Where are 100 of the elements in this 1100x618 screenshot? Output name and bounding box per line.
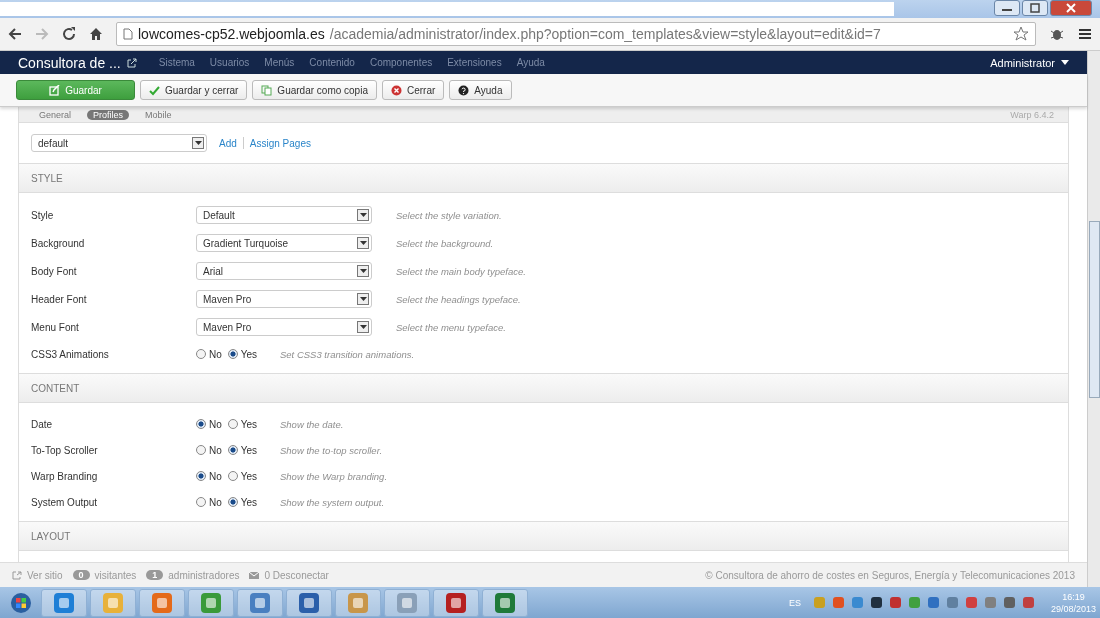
star-icon[interactable]: [1013, 26, 1029, 42]
field-hint: Select the background.: [396, 237, 494, 249]
section-heading: LAYOUT: [31, 530, 71, 542]
nav-menu-item[interactable]: Ayuda: [516, 57, 545, 68]
radio-option[interactable]: No: [196, 348, 222, 360]
nav-menu-item[interactable]: Sistema: [158, 57, 195, 68]
home-icon[interactable]: [89, 27, 103, 41]
admins-label: administradores: [168, 569, 240, 581]
profile-link[interactable]: Assign Pages: [249, 137, 311, 149]
app-icon: [150, 590, 174, 615]
user-menu[interactable]: Administrator: [990, 56, 1069, 69]
nav-menu-item[interactable]: Menús: [264, 57, 295, 68]
close-icon: [1065, 3, 1077, 13]
app-icon: [395, 590, 419, 615]
back-icon[interactable]: [8, 27, 22, 41]
taskbar-button[interactable]: [188, 588, 234, 617]
close-icon: [390, 84, 402, 96]
field-hint: Show the date.: [280, 418, 344, 430]
nav-menu-item[interactable]: Extensiones: [447, 57, 502, 68]
site-title[interactable]: Consultora de ...: [18, 54, 121, 71]
taskbar-button[interactable]: [41, 588, 87, 617]
count-badge: 1: [146, 570, 164, 580]
field-hint: Select the style variation.: [396, 209, 502, 221]
tray-icon[interactable]: [888, 596, 902, 609]
tray-icon[interactable]: [1002, 596, 1016, 609]
field-hint: Select the menu typeface.: [396, 321, 506, 333]
page-icon: [123, 28, 133, 40]
taskbar-button[interactable]: [482, 588, 528, 617]
dropdown[interactable]: Maven Pro: [196, 290, 372, 308]
app-icon: [52, 590, 76, 615]
radio-option[interactable]: Yes: [227, 470, 258, 482]
dropdown[interactable]: Arial: [196, 262, 372, 280]
nav-menu-item[interactable]: Componentes: [369, 57, 433, 68]
taskbar-button[interactable]: [139, 588, 185, 617]
help-button[interactable]: Ayuda: [449, 80, 512, 100]
reload-icon[interactable]: [62, 27, 76, 41]
app-icon: [297, 590, 321, 615]
close-button[interactable]: Cerrar: [381, 80, 445, 100]
dropdown[interactable]: Default: [196, 206, 372, 224]
windows-logo-icon: [10, 591, 32, 614]
section-heading: STYLE: [31, 172, 63, 184]
tray-icon[interactable]: [869, 596, 883, 609]
count-badge: 0: [72, 570, 90, 580]
field-label: Header Font: [31, 293, 88, 305]
caret-icon: [357, 265, 369, 277]
radio-option[interactable]: Yes: [227, 444, 258, 456]
address-bar[interactable]: lowcomes-cp52.webjoomla.es /academia/administrator/index.php?option=com_templates&view=style&layout=edit&id=7: [116, 22, 1036, 46]
radio-option[interactable]: No: [196, 470, 222, 482]
radio-option[interactable]: No: [196, 418, 222, 430]
field-label: System Output: [31, 496, 99, 508]
minimize-button[interactable]: [994, 0, 1020, 16]
profile-select[interactable]: default: [31, 134, 207, 152]
nav-menu-item[interactable]: Contenido: [309, 57, 355, 68]
checkmark-icon: [149, 84, 160, 96]
profile-link[interactable]: Add: [219, 137, 237, 149]
app-icon: [444, 590, 468, 615]
caret-icon: [192, 137, 204, 149]
forward-icon[interactable]: [35, 27, 49, 41]
field-hint: Show the system output.: [280, 496, 385, 508]
taskbar-button[interactable]: [335, 588, 381, 617]
field-hint: Show the Warp branding.: [280, 470, 388, 482]
radio-option[interactable]: Yes: [227, 418, 258, 430]
app-icon: [199, 590, 223, 615]
save-copy-button[interactable]: Guardar como copia: [252, 80, 377, 100]
app-icon: [493, 590, 517, 615]
external-link-icon: [12, 570, 22, 580]
field-hint: Select the main body typeface.: [396, 265, 526, 277]
scrollbar[interactable]: [1087, 51, 1100, 587]
close-button[interactable]: [1050, 0, 1092, 16]
radio-option[interactable]: No: [196, 496, 222, 508]
caret-icon: [357, 237, 369, 249]
dropdown[interactable]: Gradient Turquoise: [196, 234, 372, 252]
tab[interactable]: Profiles: [87, 109, 130, 120]
field-hint: Show the to-top scroller.: [280, 444, 383, 456]
dropdown[interactable]: Maven Pro: [196, 318, 372, 336]
caret-icon: [357, 321, 369, 333]
radio-option[interactable]: No: [196, 444, 222, 456]
field-hint: Select the headings typeface.: [396, 293, 521, 305]
taskbar-button[interactable]: [237, 588, 283, 617]
nav-menu-item[interactable]: Usuarios: [209, 57, 250, 68]
restore-button[interactable]: [1022, 0, 1048, 16]
caret-icon: [357, 293, 369, 305]
radio-option[interactable]: Yes: [227, 496, 258, 508]
tab[interactable]: General: [33, 109, 78, 120]
app-icon: [101, 590, 125, 615]
copy-icon: [261, 84, 273, 96]
taskbar-button[interactable]: [286, 588, 332, 617]
taskbar-button[interactable]: [433, 588, 479, 617]
field-label: Warp Branding: [31, 470, 99, 482]
field-label: To-Top Scroller: [31, 444, 99, 456]
menu-icon[interactable]: [1078, 28, 1092, 40]
taskbar-button[interactable]: [384, 588, 430, 617]
external-link-icon[interactable]: [126, 57, 137, 68]
tab[interactable]: Mobile: [139, 109, 178, 120]
caret-icon: [357, 209, 369, 221]
help-icon: [458, 84, 470, 96]
save-close-button[interactable]: Guardar y cerrar: [140, 80, 248, 100]
field-label: Style: [31, 209, 55, 221]
radio-option[interactable]: Yes: [227, 348, 258, 360]
copyright-text: © Consultora de ahorro de costes en Seguros, Energía y Telecomunicaciones 2013: [705, 569, 1075, 581]
